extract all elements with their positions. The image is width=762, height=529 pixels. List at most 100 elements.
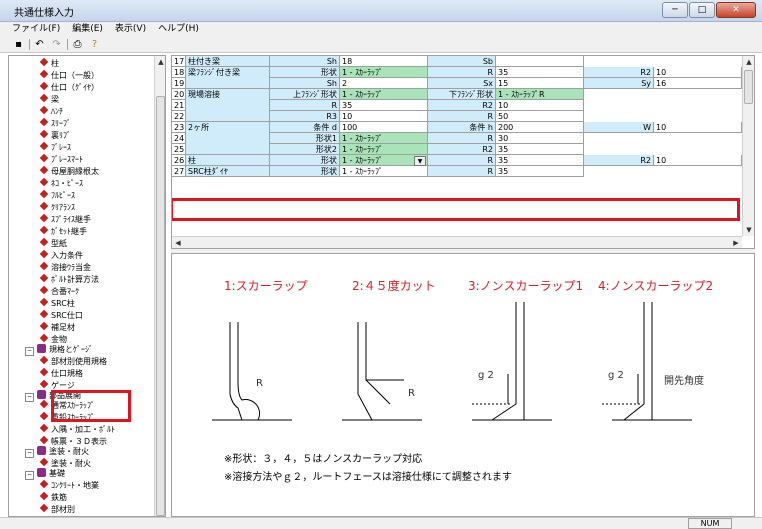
tree-item[interactable]: ｽﾌﾟﾗｲｽ継手 [39, 213, 91, 226]
scroll-left-icon[interactable]: ◀ [172, 237, 184, 248]
dropdown-arrow-icon[interactable]: ▼ [414, 156, 426, 166]
help-icon[interactable]: ? [88, 38, 101, 51]
tree-folder[interactable]: − 基礎 [25, 468, 65, 480]
field-value[interactable]: 35 [496, 67, 584, 78]
menu-file[interactable]: ファイル(F) [12, 22, 60, 37]
item-icon [39, 141, 49, 151]
collapse-icon[interactable]: − [25, 471, 34, 480]
collapse-icon[interactable]: − [25, 347, 34, 356]
field-value[interactable]: 30 [496, 133, 584, 144]
field-value[interactable]: 10 [496, 100, 584, 111]
field-value[interactable] [496, 56, 584, 67]
save-icon[interactable]: ▪ [12, 38, 25, 51]
item-icon [39, 379, 49, 389]
field-value[interactable]: 50 [496, 111, 584, 122]
field-value[interactable]: 1 - ｽｶｰﾗｯﾌﾟ [340, 89, 428, 100]
tree-item[interactable]: 入力条件 [39, 249, 83, 262]
scroll-down-icon[interactable]: ▼ [743, 224, 754, 236]
item-icon [39, 249, 49, 259]
undo-icon[interactable]: ↶ [33, 38, 46, 51]
folder-icon [37, 344, 46, 353]
scroll-thumb[interactable] [744, 70, 753, 104]
tree-item[interactable]: 仕口規格 [39, 367, 83, 380]
field-label: W [584, 122, 654, 133]
tree-item[interactable]: 梁 [39, 93, 59, 106]
close-button[interactable]: ✕ [716, 2, 756, 18]
tree-item[interactable]: 仕口（一般） [39, 69, 99, 82]
item-icon [39, 105, 49, 115]
tree-item[interactable]: 部材別使用規格 [39, 355, 107, 368]
tree-item[interactable]: SRC柱 [39, 297, 75, 310]
scroll-thumb[interactable] [156, 96, 165, 516]
tree-item[interactable]: 溶接ｳﾗ当金 [39, 261, 91, 274]
menu-edit[interactable]: 編集(E) [72, 22, 103, 37]
tree-item[interactable]: 母屋胴縁根太 [39, 165, 99, 178]
field-value[interactable]: 1 - ｽｶｰﾗｯﾌﾟ [340, 67, 428, 78]
field-value[interactable]: 100 [340, 122, 428, 133]
field-value[interactable]: 35 [340, 100, 428, 111]
field-value[interactable]: 200 [496, 122, 584, 133]
row-number: 19 [172, 78, 186, 89]
row-group-label: 現場溶接 [186, 89, 270, 122]
field-value[interactable]: 35 [496, 166, 584, 177]
field-label: 上ﾌﾗﾝｼﾞ形状 [270, 89, 340, 100]
grid-vscrollbar[interactable]: ▲ ▼ [742, 56, 754, 236]
tree-scrollbar[interactable]: ▲ [154, 56, 165, 516]
field-value[interactable]: 10 [654, 155, 742, 166]
tree-item[interactable]: 入隅・加工・ﾎﾞﾙﾄ [39, 423, 115, 436]
minimize-button[interactable]: ─ [662, 2, 688, 18]
field-label: R2 [428, 100, 496, 111]
tree-folder[interactable]: − 塗装・耐火 [25, 446, 89, 458]
tree-item[interactable]: ｶﾞｾｯﾄ継手 [39, 225, 87, 238]
tree-item[interactable]: 型紙 [39, 237, 67, 250]
scroll-right-icon[interactable]: ▶ [730, 237, 742, 248]
collapse-icon[interactable]: − [25, 449, 34, 458]
menu-view[interactable]: 表示(V) [115, 22, 146, 37]
tree-item[interactable]: ﾌﾞﾚｰｽ [39, 141, 71, 154]
tree-item[interactable]: ｺﾝｸﾘｰﾄ・地業 [39, 479, 99, 492]
tree-item[interactable]: 鉄筋 [39, 491, 67, 504]
tree-item[interactable]: SRC仕口 [39, 309, 83, 322]
item-icon [39, 261, 49, 271]
field-value[interactable]: 10 [654, 122, 742, 133]
menu-help[interactable]: ヘルプ(H) [158, 22, 199, 37]
tree-item[interactable]: ﾎﾞﾙﾄ計算方法 [39, 273, 99, 286]
field-value[interactable]: 15 [496, 78, 584, 89]
tree-item[interactable]: ﾈｺ・ﾋﾟｰｽ [39, 177, 83, 190]
field-value[interactable]: 10 [654, 67, 742, 78]
tree-item[interactable]: 補足材 [39, 321, 75, 334]
field-value[interactable]: 16 [654, 78, 742, 89]
field-value[interactable]: 10 [340, 111, 428, 122]
tree-item[interactable]: 仕口（ｸﾞｲﾔ） [39, 81, 99, 94]
tree-item[interactable]: ｸﾘｱﾗﾝｽ [39, 201, 75, 214]
item-icon [39, 367, 49, 377]
field-value[interactable]: 1 - ｽｶｰﾗｯﾌﾟ [340, 144, 428, 155]
field-label: R2 [584, 67, 654, 78]
tree-item[interactable]: 裏ﾘﾌﾞ [39, 129, 71, 142]
title-bar: 共通仕様入力 ─ □ ✕ [0, 0, 762, 22]
tree-item[interactable]: ﾌﾙﾋﾟｰｽ [39, 189, 75, 202]
maximize-button[interactable]: □ [689, 2, 715, 18]
tree-item[interactable]: ｽﾘｰﾌﾞ [39, 117, 71, 130]
field-value[interactable]: 1 - ｽｶｰﾗｯﾌﾟR [496, 89, 584, 100]
field-value[interactable]: 2 [340, 78, 428, 89]
field-value[interactable]: 1 - ｽｶｰﾗｯﾌﾟ [340, 166, 428, 177]
grid-hscrollbar[interactable]: ◀ ▶ [172, 236, 742, 248]
field-value[interactable]: 35 [496, 155, 584, 166]
print-icon[interactable]: ⎙ [71, 38, 84, 51]
redo-icon[interactable]: ↷ [50, 38, 63, 51]
field-value[interactable]: 18 [340, 56, 428, 67]
tree-item[interactable]: ﾊﾝﾁ [39, 105, 63, 118]
scroll-up-icon[interactable]: ▲ [743, 56, 754, 68]
tree-folder[interactable]: − 規格とｹﾞｰｼﾞ [25, 344, 93, 356]
field-value[interactable]: 35 [496, 144, 584, 155]
field-value[interactable]: 1 - ｽｶｰﾗｯﾌﾟ [340, 133, 428, 144]
tree-item[interactable]: ﾌﾞﾚｰｽﾏｰﾄ [39, 153, 83, 166]
scroll-up-icon[interactable]: ▲ [155, 56, 165, 68]
tree-item-label: ﾊﾝﾁ [51, 107, 63, 116]
item-icon [39, 479, 49, 489]
tree-item[interactable]: 合番ﾏｰｸ [39, 285, 79, 298]
collapse-icon[interactable]: − [25, 393, 34, 402]
tree-item[interactable]: 部材別 [39, 503, 75, 516]
tree-item[interactable]: 柱 [39, 57, 59, 70]
